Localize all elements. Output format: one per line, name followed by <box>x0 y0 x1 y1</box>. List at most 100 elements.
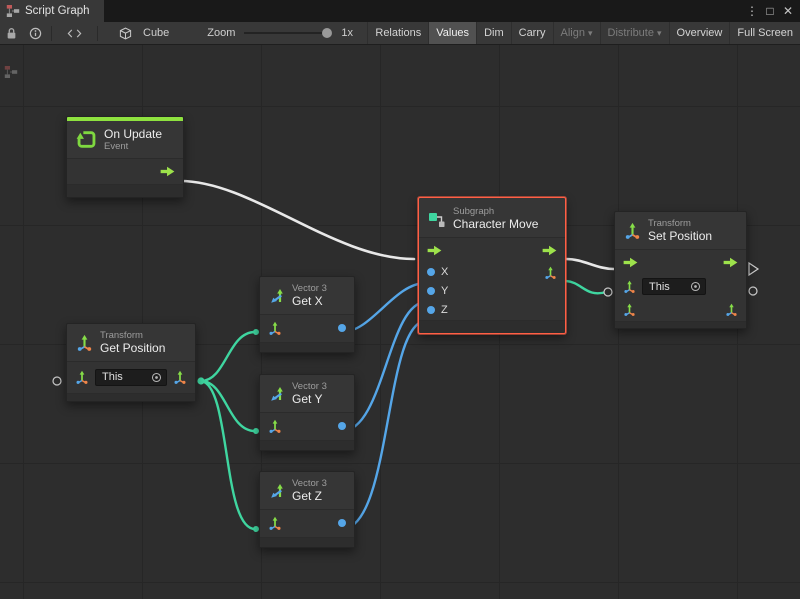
transform-icon <box>624 222 641 239</box>
zoom-slider-handle[interactable] <box>322 28 332 38</box>
unity-script-graph-window: Script Graph ⋮ □ ✕ Cube Zoom 1x Relation… <box>0 0 800 599</box>
wire-getposition-to-getx[interactable] <box>201 332 255 381</box>
vector-input-port-icon[interactable] <box>268 321 282 335</box>
node-title: Character Move <box>453 217 538 231</box>
transform-icon <box>76 334 93 351</box>
info-icon[interactable] <box>23 22 48 44</box>
window-controls: ⋮ □ ✕ <box>744 0 800 22</box>
align-button[interactable]: Align ▾ <box>553 22 600 44</box>
node-on-update[interactable]: On Update Event <box>66 116 184 198</box>
node-footer <box>615 321 746 328</box>
node-title: Get Position <box>100 341 165 355</box>
value-input-port-z[interactable] <box>427 306 435 314</box>
relations-button[interactable]: Relations <box>367 22 428 44</box>
vector-input-port-icon[interactable] <box>623 303 636 316</box>
align-label: Align <box>561 27 585 39</box>
value-input-port-y[interactable] <box>427 287 435 295</box>
carry-button[interactable]: Carry <box>511 22 553 44</box>
node-title: Set Position <box>648 229 712 243</box>
target-dropdown[interactable]: This <box>95 369 167 386</box>
value-output-port[interactable] <box>338 519 346 527</box>
vector-input-port-icon[interactable] <box>268 419 282 433</box>
vector3-icon <box>269 288 285 304</box>
object-picker-icon[interactable] <box>151 372 162 383</box>
transform-port-icon[interactable] <box>75 370 89 384</box>
toolbar-button-group: Relations Values Dim Carry Align ▾ Distr… <box>367 22 800 44</box>
script-graph-icon <box>6 4 20 18</box>
value-output-port[interactable] <box>338 422 346 430</box>
node-get-position[interactable]: Transform Get Position This <box>66 323 196 402</box>
flow-output-port[interactable] <box>160 166 175 177</box>
node-title: Get Y <box>292 392 327 406</box>
node-category: Transform <box>648 218 712 229</box>
overview-button[interactable]: Overview <box>669 22 730 44</box>
node-footer <box>67 184 183 197</box>
tab-script-graph[interactable]: Script Graph <box>0 0 104 22</box>
flow-input-port[interactable] <box>623 257 638 268</box>
node-footer <box>260 342 354 352</box>
getposition-target-empty-port[interactable] <box>53 377 61 385</box>
wire-getposition-to-getz[interactable] <box>201 381 255 529</box>
graph-canvas[interactable]: On Update Event Transform Get Position <box>0 45 800 599</box>
transform-port-icon[interactable] <box>623 280 636 293</box>
flow-output-port[interactable] <box>723 257 738 268</box>
maximize-icon[interactable]: □ <box>762 4 778 18</box>
transform-output-port-icon[interactable] <box>725 303 738 316</box>
menu-icon[interactable]: ⋮ <box>744 4 760 18</box>
wire-charactermove-to-setposition-target[interactable] <box>566 281 606 293</box>
node-set-position[interactable]: Transform Set Position This <box>614 211 747 329</box>
target-object-label[interactable]: Cube <box>138 27 174 39</box>
transform-output-port-icon[interactable] <box>544 266 557 279</box>
node-category: Transform <box>100 330 165 341</box>
wire-onupdate-to-charactermove[interactable] <box>180 181 414 259</box>
graph-toolbar: Cube Zoom 1x Relations Values Dim Carry … <box>0 22 800 45</box>
zoom-value: 1x <box>336 27 358 39</box>
lock-icon[interactable] <box>0 22 23 44</box>
zoom-slider-track[interactable] <box>244 32 332 34</box>
node-title: Get Z <box>292 489 327 503</box>
chevron-down-icon: ▾ <box>588 28 593 39</box>
setposition-value-out-empty-port[interactable] <box>749 287 757 295</box>
object-picker-icon[interactable] <box>690 281 701 292</box>
node-get-z[interactable]: Vector 3 Get Z <box>259 471 355 548</box>
wire-getposition-to-gety[interactable] <box>201 381 255 431</box>
toolbar-separator <box>97 26 98 41</box>
code-view-icon[interactable] <box>55 22 94 44</box>
cube-icon <box>113 22 138 44</box>
target-value: This <box>102 371 123 383</box>
node-category: Vector 3 <box>292 478 327 489</box>
node-footer <box>260 537 354 547</box>
node-footer <box>419 320 565 333</box>
wire-charactermove-to-setposition-flow[interactable] <box>566 259 614 269</box>
node-title: Get X <box>292 294 327 308</box>
vector-port-icon[interactable] <box>173 370 187 384</box>
node-title: On Update <box>104 127 162 141</box>
fullscreen-button[interactable]: Full Screen <box>729 22 800 44</box>
dim-button[interactable]: Dim <box>476 22 511 44</box>
node-character-move[interactable]: Subgraph Character Move X Y Z <box>418 197 566 334</box>
node-get-y[interactable]: Vector 3 Get Y <box>259 374 355 451</box>
flow-output-port[interactable] <box>542 245 557 256</box>
vector3-icon <box>269 483 285 499</box>
node-category: Subgraph <box>453 206 538 217</box>
distribute-button[interactable]: Distribute ▾ <box>600 22 669 44</box>
event-icon <box>76 129 97 150</box>
node-category: Event <box>104 141 162 152</box>
zoom-slider[interactable] <box>244 27 332 39</box>
setposition-target-port[interactable] <box>604 288 612 296</box>
node-footer <box>260 440 354 450</box>
target-dropdown[interactable]: This <box>642 278 706 295</box>
vector3-icon <box>269 386 285 402</box>
value-output-port[interactable] <box>338 324 346 332</box>
subgraph-icon <box>428 210 446 228</box>
flow-input-port[interactable] <box>427 245 442 256</box>
values-button[interactable]: Values <box>428 22 476 44</box>
node-get-x[interactable]: Vector 3 Get X <box>259 276 355 353</box>
setposition-flow-out-empty-port[interactable] <box>749 263 758 275</box>
vector-input-port-icon[interactable] <box>268 516 282 530</box>
zoom-label: Zoom <box>202 27 240 39</box>
value-input-port-x[interactable] <box>427 268 435 276</box>
getposition-output-port[interactable] <box>197 377 204 384</box>
tab-bar: Script Graph ⋮ □ ✕ <box>0 0 800 22</box>
close-icon[interactable]: ✕ <box>780 4 796 18</box>
